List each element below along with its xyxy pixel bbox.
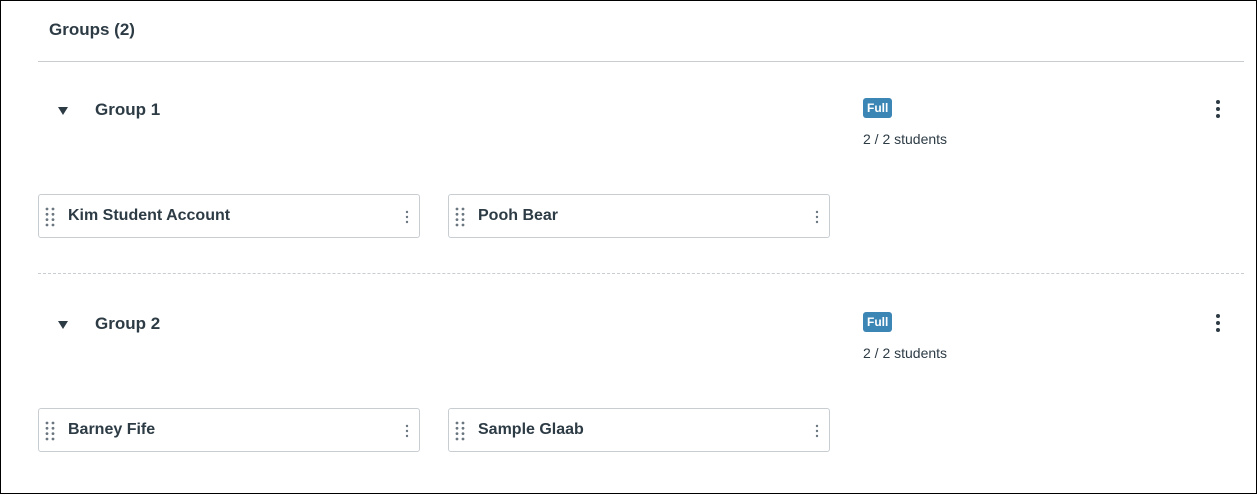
group-title[interactable]: Group 1 — [95, 100, 160, 120]
group-title[interactable]: Group 2 — [95, 314, 160, 334]
group-options-menu-icon[interactable] — [1210, 310, 1226, 338]
group-options-menu-icon[interactable] — [1210, 96, 1226, 124]
member-name: Pooh Bear — [478, 207, 559, 224]
status-badge: Full — [863, 98, 893, 118]
status-badge: Full — [863, 312, 893, 332]
member-name: Sample Glaab — [478, 421, 584, 438]
member-card[interactable]: Kim Student Account — [38, 194, 420, 238]
drag-handle-icon[interactable] — [454, 206, 466, 228]
member-name: Barney Fife — [68, 421, 156, 438]
member-options-menu-icon[interactable] — [403, 421, 411, 441]
drag-handle-icon[interactable] — [44, 420, 56, 442]
member-card[interactable]: Sample Glaab — [448, 408, 830, 452]
member-name: Kim Student Account — [68, 207, 231, 224]
header-divider — [38, 61, 1244, 62]
group-2-section: Group 2 Full 2 / 2 students Barney Fife — [38, 304, 1244, 494]
group-divider — [38, 273, 1244, 274]
groups-heading: Groups (2) — [49, 20, 135, 39]
drag-handle-icon[interactable] — [44, 206, 56, 228]
member-card[interactable]: Barney Fife — [38, 408, 420, 452]
student-count: 2 / 2 students — [863, 131, 948, 147]
collapse-toggle-icon[interactable] — [56, 318, 70, 332]
member-options-menu-icon[interactable] — [813, 207, 821, 227]
member-options-menu-icon[interactable] — [403, 207, 411, 227]
member-options-menu-icon[interactable] — [813, 421, 821, 441]
collapse-toggle-icon[interactable] — [56, 104, 70, 118]
member-card[interactable]: Pooh Bear — [448, 194, 830, 238]
drag-handle-icon[interactable] — [454, 420, 466, 442]
group-1-section: Group 1 Full 2 / 2 students Kim Student … — [38, 90, 1244, 280]
student-count: 2 / 2 students — [863, 345, 948, 361]
